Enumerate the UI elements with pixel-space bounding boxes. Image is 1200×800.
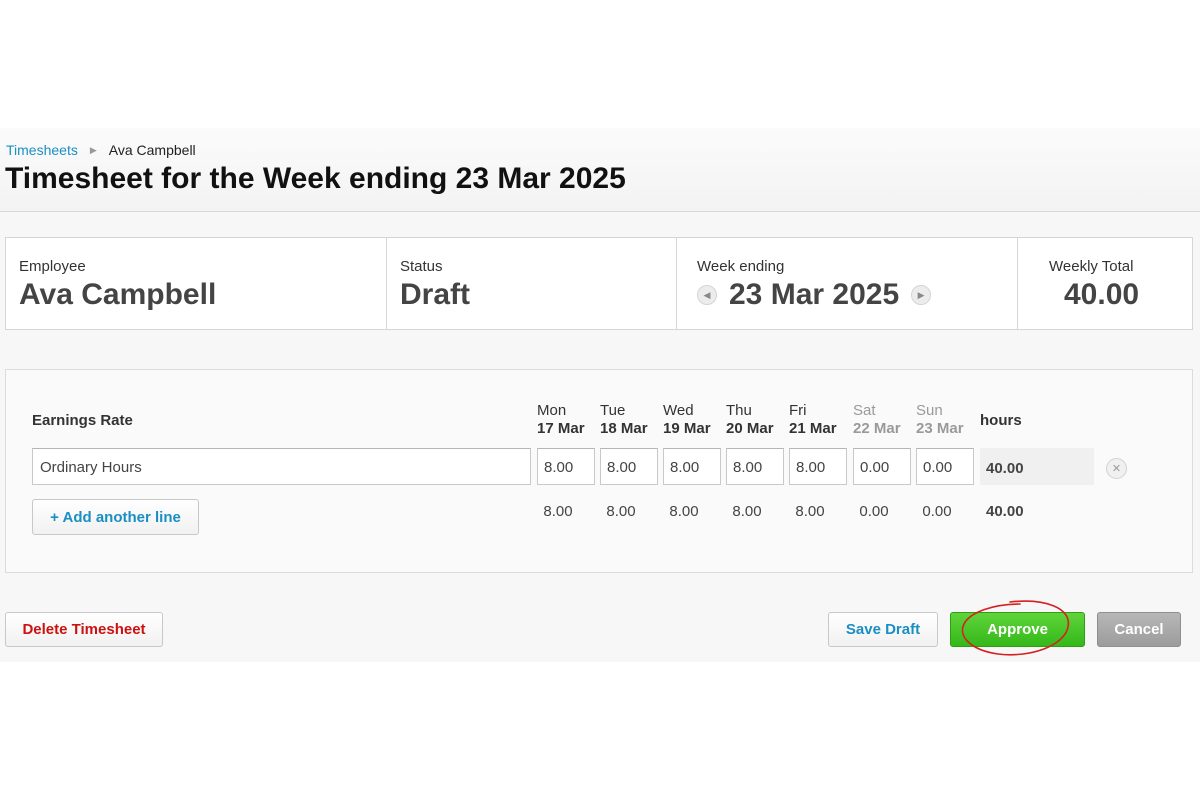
week-navigator: ◀ 23 Mar 2025 ▶ [697, 278, 932, 312]
summary-bar: Employee Ava Campbell Status Draft Week … [5, 237, 1193, 330]
column-total-sat: 0.00 [859, 503, 889, 520]
chevron-right-icon[interactable]: ▶ [911, 285, 932, 305]
hours-input-tue[interactable]: 8.00 [600, 448, 658, 485]
column-total-wed: 8.00 [669, 503, 699, 520]
day-name: Wed [663, 402, 694, 419]
cancel-button[interactable]: Cancel [1097, 612, 1181, 647]
employee-label: Employee [19, 258, 86, 275]
status-label: Status [400, 258, 443, 275]
day-name: Sat [853, 402, 876, 419]
add-line-button[interactable]: + Add another line [32, 499, 199, 535]
day-date: 22 Mar [853, 420, 901, 437]
day-name: Tue [600, 402, 626, 419]
breadcrumb-timesheets-link[interactable]: Timesheets [6, 142, 78, 158]
breadcrumb-current: Ava Campbell [108, 142, 196, 158]
row-hours-total: 40.00 [980, 448, 1094, 485]
day-header-tue: Tue 18 Mar [600, 402, 648, 438]
day-date: 23 Mar [916, 420, 964, 437]
week-ending-value: 23 Mar 2025 [729, 278, 900, 311]
employee-name: Ava Campbell [19, 278, 217, 311]
page-header: Timesheets ▶ Ava Campbell Timesheet for … [0, 128, 1200, 212]
hours-input-thu[interactable]: 8.00 [726, 448, 784, 485]
grand-total: 40.00 [986, 503, 1024, 520]
timesheet-app: Timesheets ▶ Ava Campbell Timesheet for … [0, 128, 1200, 662]
day-header-sat: Sat 22 Mar [853, 402, 901, 438]
column-total-thu: 8.00 [732, 503, 762, 520]
day-date: 18 Mar [600, 420, 648, 437]
save-draft-button[interactable]: Save Draft [828, 612, 938, 647]
day-date: 17 Mar [537, 420, 585, 437]
hours-input-mon[interactable]: 8.00 [537, 448, 595, 485]
delete-timesheet-button[interactable]: Delete Timesheet [5, 612, 163, 647]
day-header-sun: Sun 23 Mar [916, 402, 964, 438]
close-icon[interactable]: ✕ [1106, 458, 1127, 479]
day-name: Sun [916, 402, 943, 419]
chevron-left-icon[interactable]: ◀ [697, 285, 717, 305]
breadcrumb: Timesheets ▶ Ava Campbell [6, 142, 196, 158]
day-name: Fri [789, 402, 807, 419]
earnings-rate-field[interactable]: Ordinary Hours [32, 448, 531, 485]
timesheet-grid: Earnings Rate Mon 17 Mar Tue 18 Mar Wed 19 … [5, 369, 1193, 573]
approve-button[interactable]: Approve [950, 612, 1085, 647]
weekly-total-cell: Weekly Total 40.00 [1018, 238, 1192, 329]
day-header-mon: Mon 17 Mar [537, 402, 585, 438]
column-total-mon: 8.00 [543, 503, 573, 520]
earnings-rate-header: Earnings Rate [32, 412, 133, 429]
column-total-fri: 8.00 [795, 503, 825, 520]
hours-input-fri[interactable]: 8.00 [789, 448, 847, 485]
hours-input-sat[interactable]: 0.00 [853, 448, 911, 485]
weekly-total-value: 40.00 [1064, 278, 1140, 311]
column-total-tue: 8.00 [606, 503, 636, 520]
hours-input-sun[interactable]: 0.00 [916, 448, 974, 485]
page-title: Timesheet for the Week ending 23 Mar 202… [5, 162, 626, 195]
week-ending-cell: Week ending ◀ 23 Mar 2025 ▶ [677, 238, 1018, 329]
day-header-fri: Fri 21 Mar [789, 402, 837, 438]
status-value: Draft [400, 278, 471, 311]
day-header-thu: Thu 20 Mar [726, 402, 774, 438]
status-cell: Status Draft [387, 238, 677, 329]
day-name: Thu [726, 402, 752, 419]
weekly-total-label: Weekly Total [1049, 258, 1134, 275]
week-ending-label: Week ending [697, 258, 785, 275]
hours-header: hours [980, 412, 1022, 429]
day-header-wed: Wed 19 Mar [663, 402, 711, 438]
day-date: 21 Mar [789, 420, 837, 437]
chevron-right-icon: ▶ [89, 144, 97, 155]
employee-cell: Employee Ava Campbell [6, 238, 387, 329]
hours-input-wed[interactable]: 8.00 [663, 448, 721, 485]
day-date: 19 Mar [663, 420, 711, 437]
column-total-sun: 0.00 [922, 503, 952, 520]
day-date: 20 Mar [726, 420, 774, 437]
day-name: Mon [537, 402, 567, 419]
